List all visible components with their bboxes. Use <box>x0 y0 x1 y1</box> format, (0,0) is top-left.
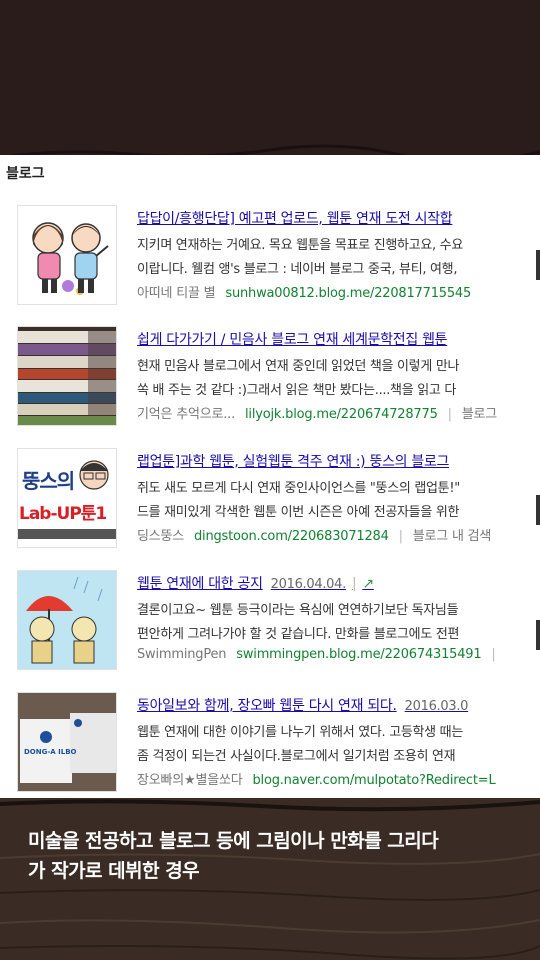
result-item[interactable]: 뚱스의 Lab-UP툰1 랩업툰]과학 웹툰, 실험웹툰 격주 연재 :) 뚱스… <box>0 448 540 558</box>
result-snippet-line: 드를 재미있게 각색한 웹툰 이번 시즌은 아예 전공자들을 위한 <box>137 505 460 520</box>
result-snippet-line: 쏙 배 주는 것 같다 :)그래서 읽은 책만 봤다는....책을 읽고 다 <box>137 383 457 398</box>
result-snippet-line: 쥐도 새도 모르게 다시 연재 중인사이언스를 "뚱스의 랩업툰!" <box>137 481 460 496</box>
meta-separator: | <box>398 529 403 544</box>
thumb-title-text: 뚱스의 <box>22 469 75 493</box>
result-extra-link[interactable]: 블로그 <box>462 407 497 422</box>
result-title-link[interactable]: 랩업툰]과학 웹툰, 실험웹툰 격주 연재 :) 뚱스의 블로그 <box>137 451 449 471</box>
bookshelf-thumbnail[interactable] <box>17 326 117 426</box>
result-author[interactable]: 딩스뚱스 <box>137 529 184 544</box>
result-meta: 장오빠의★별을쏘다 blog.naver.com/mulpotato?Redir… <box>137 769 496 788</box>
meta-separator: | <box>491 647 496 662</box>
meta-separator: | <box>447 407 452 422</box>
result-author[interactable]: SwimmingPen <box>137 647 227 662</box>
result-url[interactable]: lilyojk.blog.me/220674728775 <box>245 407 438 422</box>
business-card-thumbnail[interactable]: DONG-A ILBO <box>17 692 117 792</box>
section-title: 블로그 <box>6 166 45 182</box>
result-item[interactable]: 쉽게 다가가기 / 민음사 블로그 연재 세계문학전집 웹툰 현재 민음사 블로… <box>0 326 540 436</box>
result-title-link[interactable]: 답답이/흥행단답] 예고편 업로드, 웹툰 연재 도전 시작합 <box>137 208 453 228</box>
result-author[interactable]: 기억은 추억으로... <box>137 407 235 422</box>
result-meta: SwimmingPen swimmingpen.blog.me/22067431… <box>137 647 502 662</box>
result-date: 2016.03.0 <box>404 699 469 714</box>
result-title-text[interactable]: 동아일보와 함께, 장오빠 웹툰 다시 연재 되다. <box>137 698 397 714</box>
result-title-link[interactable]: 쉽게 다가가기 / 민음사 블로그 연재 세계문학전집 웹툰 <box>137 329 448 349</box>
search-results-panel: 블로그 답답이/흥행단답] 예고편 업로드, 웹툰 연재 도전 시작합 지키며 … <box>0 155 540 800</box>
result-title-link[interactable]: 동아일보와 함께, 장오빠 웹툰 다시 연재 되다. 2016.03.0 <box>137 695 468 715</box>
scroll-marker <box>536 250 540 280</box>
result-item[interactable]: 웹툰 연재에 대한 공지 2016.04.04. | ↗ 결론이고요~ 웹툰 등극이라… <box>0 570 540 680</box>
result-title-link[interactable]: 웹툰 연재에 대한 공지 2016.04.04. | ↗ <box>137 573 374 593</box>
result-snippet-line: 좀 걱정이 되는건 사실이다.블로그에서 일기처럼 조용히 연재 <box>137 749 456 764</box>
result-title-text[interactable]: 웹툰 연재에 대한 공지 <box>137 576 263 592</box>
result-url[interactable]: dingstoon.com/220683071284 <box>194 529 389 544</box>
thumb-subtitle-text: Lab-UP툰1 <box>19 504 107 524</box>
card-logo-text: DONG-A ILBO <box>24 748 77 756</box>
caption-text: 미술을 전공하고 블로그 등에 그림이나 만화를 그리다 가 작가로 데뷔한 경… <box>28 826 518 886</box>
result-item[interactable]: 답답이/흥행단답] 예고편 업로드, 웹툰 연재 도전 시작합 지키며 연재하는… <box>0 205 540 315</box>
result-snippet-line: 이랍니다. 웰컴 앵's 블로그 : 네이버 블로그 중국, 뷰티, 여행, <box>137 262 458 277</box>
result-extra-link[interactable]: 블로그 내 검색 <box>413 529 492 544</box>
caption-line: 가 작가로 데뷔한 경우 <box>28 860 200 882</box>
result-meta: 딩스뚱스 dingstoon.com/220683071284 | 블로그 내 … <box>137 525 491 544</box>
result-meta: 기억은 추억으로... lilyojk.blog.me/220674728775… <box>137 403 497 422</box>
scroll-marker <box>536 620 540 650</box>
scroll-marker <box>536 495 540 525</box>
result-snippet-line: 결론이고요~ 웹툰 등극이라는 욕심에 연연하기보단 독자님들 <box>137 603 459 618</box>
result-snippet-line: 현재 민음사 블로그에서 연재 중인데 읽었던 책을 이렇게 만나 <box>137 359 460 374</box>
result-url[interactable]: blog.naver.com/mulpotato?Redirect=L <box>252 773 495 788</box>
result-meta: 아띠네 티끌 별 sunhwa00812.blog.me/22081771554… <box>137 282 471 301</box>
result-url[interactable]: sunhwa00812.blog.me/220817715545 <box>225 286 471 301</box>
result-snippet-line: 편안하게 그려나가야 할 것 같습니다. 만화를 블로그에도 전편 <box>137 627 460 642</box>
umbrella-cartoon-thumbnail[interactable] <box>17 570 117 670</box>
result-url[interactable]: swimmingpen.blog.me/220674315491 <box>236 647 481 662</box>
result-date: 2016.04.04. <box>270 577 347 592</box>
result-author[interactable]: 장오빠의★별을쏘다 <box>137 773 243 788</box>
result-snippet-line: 웹툰 연재에 대한 이야기를 나누기 위해서 였다. 고등학생 때는 <box>137 725 463 740</box>
cartoon-couple-thumbnail[interactable] <box>17 205 117 305</box>
meta-separator: | <box>351 576 357 592</box>
lab-up-toon-thumbnail[interactable]: 뚱스의 Lab-UP툰1 <box>17 448 117 548</box>
result-snippet-line: 지키며 연재하는 거예요. 목요 웹툰을 목표로 진행하고요, 수요 <box>137 238 463 253</box>
result-author[interactable]: 아띠네 티끌 별 <box>137 286 216 301</box>
caption-line: 미술을 전공하고 블로그 등에 그림이나 만화를 그리다 <box>28 830 439 852</box>
result-item[interactable]: DONG-A ILBO 동아일보와 함께, 장오빠 웹툰 다시 연재 되다. 20… <box>0 692 540 800</box>
share-icon[interactable]: ↗ <box>362 576 374 592</box>
